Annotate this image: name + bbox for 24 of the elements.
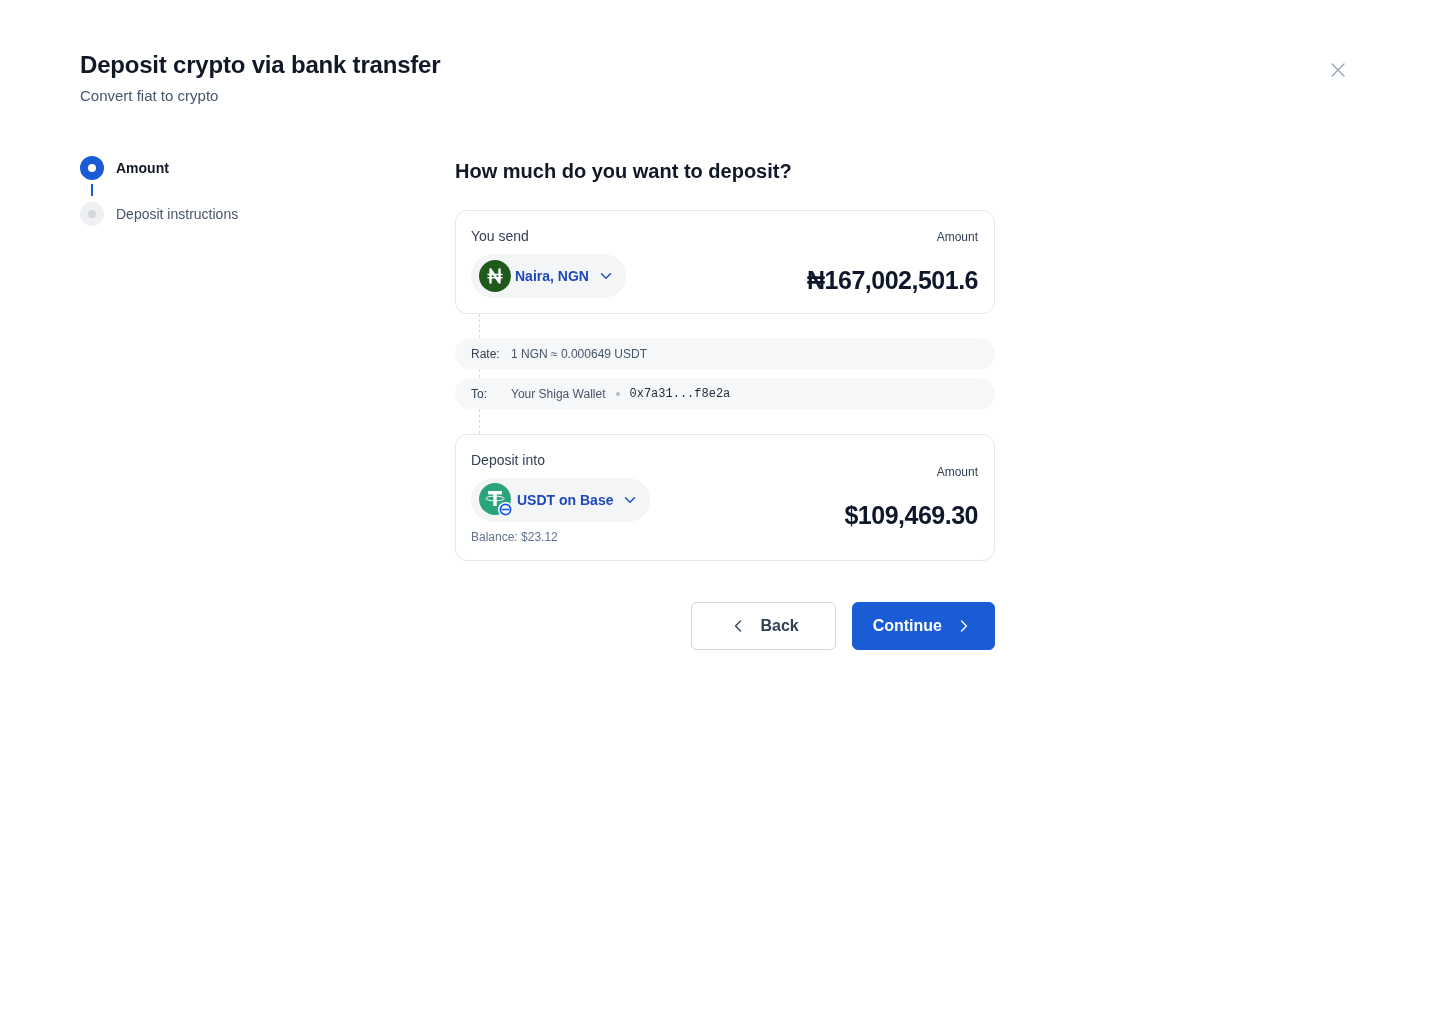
- back-button[interactable]: Back: [691, 602, 836, 650]
- dialog-subtitle: Convert fiat to crypto: [80, 86, 220, 106]
- amount-value: $109,469.30: [844, 500, 978, 531]
- wallet-name: Your Shiga Wallet: [511, 386, 606, 401]
- card-label: Deposit into: [471, 451, 545, 470]
- token-with-badge-icon: [479, 483, 513, 517]
- naira-sign-icon: [479, 260, 511, 292]
- step-label: Deposit instructions: [116, 205, 239, 224]
- amount-label: Amount: [936, 464, 978, 480]
- rate-label: Rate:: [471, 346, 501, 361]
- separator-dot-icon: [615, 391, 620, 396]
- wallet-address: 0x7a31...f8e2a: [629, 386, 731, 401]
- token-select[interactable]: USDT on Base: [471, 478, 651, 522]
- continue-button[interactable]: Continue: [851, 602, 995, 650]
- destination-label: To:: [471, 386, 488, 401]
- dialog-title: Deposit crypto via bank transfer: [80, 50, 441, 80]
- amount-value: ₦167,002,501.6: [807, 264, 978, 296]
- currency-select[interactable]: Naira, NGN: [471, 254, 626, 298]
- balance-text: Balance: $23.12: [471, 529, 558, 545]
- rate-value: 1 NGN ≈ 0.000649 USDT: [511, 346, 647, 361]
- amount-label: Amount: [936, 228, 978, 245]
- form-heading: How much do you want to deposit?: [455, 159, 793, 183]
- step-label: Amount: [116, 159, 169, 178]
- card-label: You send: [471, 227, 529, 246]
